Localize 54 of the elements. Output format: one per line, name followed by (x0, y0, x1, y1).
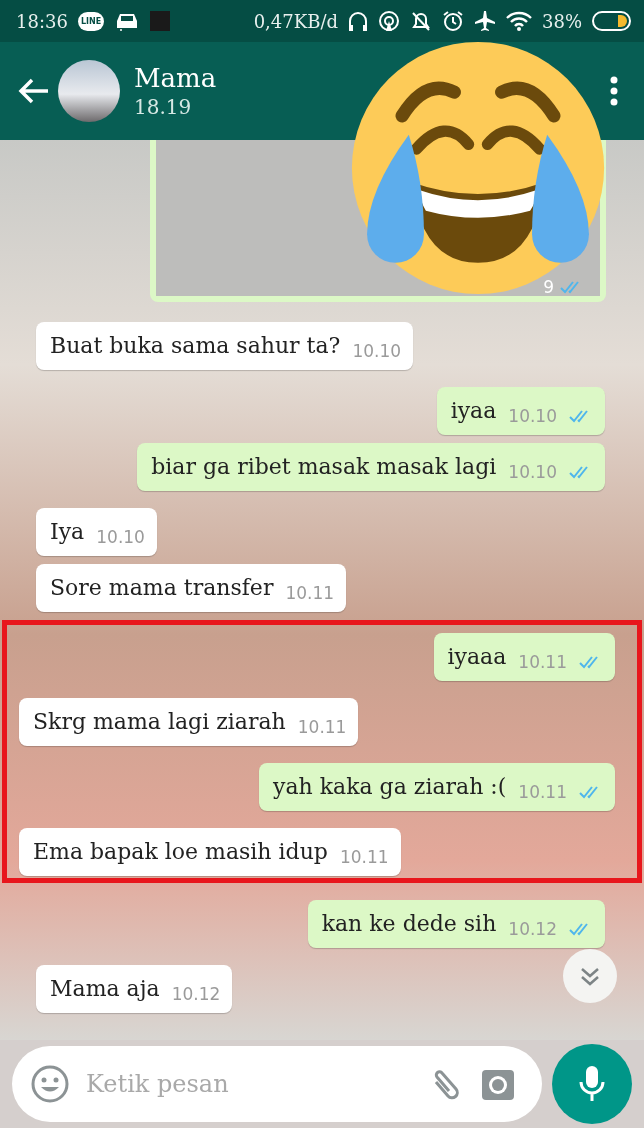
message-time: 10.11 (518, 781, 567, 803)
message-text-input[interactable]: Ketik pesan (84, 1069, 410, 1099)
status-time: 18:36 (16, 10, 68, 32)
alarm-clock-icon (442, 10, 464, 32)
scroll-down-button[interactable] (562, 948, 618, 1004)
chat-app-badge: LINE (77, 11, 105, 31)
message-time: 10.11 (339, 846, 389, 868)
message-text: kan ke dede sih (321, 910, 497, 938)
message-text: iyaa (450, 397, 497, 425)
message-bubble[interactable]: kan ke dede sih 10.12 (307, 900, 605, 948)
message-bubble[interactable]: iyaaa 10.11 (433, 633, 615, 681)
last-seen: 18.19 (134, 95, 193, 119)
message-bubble[interactable]: Ema bapak loe masih idup 10.11 (19, 828, 401, 876)
message-time: 10.10 (508, 461, 557, 483)
message-text: Ema bapak loe masih idup (33, 838, 328, 866)
message-text: iyaaa (447, 643, 507, 671)
battery-percent: 38% (542, 10, 582, 32)
message-text: Sore mama transfer (50, 574, 274, 602)
message-time: 10.10 (508, 405, 557, 427)
airplane-icon (474, 10, 496, 32)
contact-name[interactable]: Mama (134, 63, 217, 93)
battery-icon (592, 10, 632, 32)
message-time: 10.12 (508, 918, 557, 940)
smiley-icon[interactable] (30, 1064, 70, 1104)
message-time: 9 (543, 276, 554, 298)
hotspot-icon (378, 10, 400, 32)
message-bubble[interactable]: yah kaka ga ziarah :( 10.11 (259, 763, 615, 811)
message-text: biar ga ribet masak masak lagi (151, 453, 497, 481)
message-text: yah kaka ga ziarah :( (273, 773, 507, 801)
message-time: 10.10 (96, 526, 145, 548)
message-bubble[interactable]: biar ga ribet masak masak lagi 10.10 (137, 443, 605, 491)
microphone-icon (577, 1064, 607, 1104)
message-bubble[interactable]: Buat buka sama sahur ta? 10.10 (36, 322, 414, 370)
app-square-icon (150, 11, 171, 31)
message-time: 10.11 (285, 582, 335, 604)
message-text: Skrg mama lagi ziarah (33, 708, 286, 736)
message-text: Mama aja (50, 975, 160, 1003)
message-time: 10.12 (171, 983, 221, 1005)
message-bubble[interactable]: Sore mama transfer 10.11 (36, 564, 347, 612)
wifi-icon (506, 11, 532, 31)
message-bubble[interactable]: Iya 10.10 (36, 508, 157, 556)
back-arrow-icon[interactable] (18, 77, 50, 105)
message-time: 10.11 (518, 651, 567, 673)
message-bubble[interactable]: iyaa 10.10 (436, 387, 605, 435)
message-text: Buat buka sama sahur ta? (50, 332, 341, 360)
message-bubble[interactable]: Mama aja 10.12 (36, 965, 233, 1013)
message-time: 10.11 (297, 716, 347, 738)
message-text: Iya (50, 518, 85, 546)
headphones-icon (348, 10, 368, 32)
menu-icon[interactable] (610, 76, 618, 106)
message-time: 10.10 (352, 340, 402, 362)
message-bubble[interactable]: Skrg mama lagi ziarah 10.11 (19, 698, 359, 746)
bell-off-icon (410, 10, 432, 32)
data-rate: 0,47KB/d (253, 10, 338, 32)
